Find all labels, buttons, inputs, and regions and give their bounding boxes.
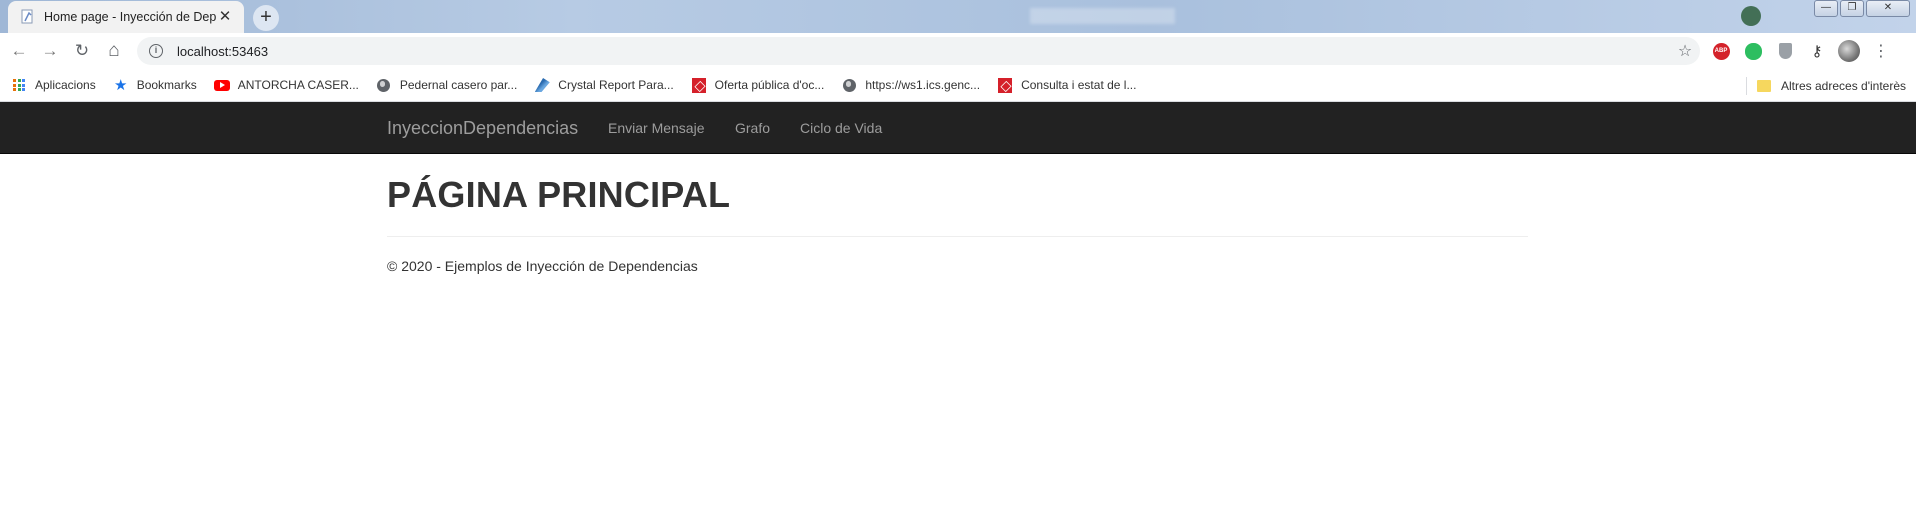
bookmark-aplicacions[interactable]: Aplicacions xyxy=(11,77,96,93)
profile-icon[interactable] xyxy=(1741,6,1761,26)
extension-icons: ABP ⚷ ⋮ xyxy=(1710,40,1892,62)
adblock-extension-icon[interactable]: ABP xyxy=(1710,40,1732,62)
browser-toolbar: ← → ↻ ⌂ i localhost:53463 ☆ ABP ⚷ ⋮ xyxy=(0,33,1916,69)
bookmark-bookmarks[interactable]: ★ Bookmarks xyxy=(113,77,197,94)
bookmark-other-folder[interactable]: Altres adreces d'interès xyxy=(1757,69,1906,102)
apps-grid-icon xyxy=(11,77,27,93)
url-text[interactable]: localhost:53463 xyxy=(177,44,1670,59)
browser-menu-icon[interactable]: ⋮ xyxy=(1870,40,1892,62)
key-extension-icon[interactable]: ⚷ xyxy=(1806,40,1828,62)
window-controls: — ❐ ✕ xyxy=(1814,0,1910,17)
globe-icon xyxy=(841,77,857,93)
navbar-brand[interactable]: InyeccionDependencias xyxy=(387,118,578,139)
footer-divider xyxy=(387,236,1528,237)
nav-link-ciclo-de-vida[interactable]: Ciclo de Vida xyxy=(800,120,882,136)
bookmark-consulta[interactable]: Consulta i estat de l... xyxy=(997,77,1136,93)
window-title-bar: Home page - Inyección de Depe ✕ + — ❐ ✕ xyxy=(0,0,1916,33)
maximize-button[interactable]: ❐ xyxy=(1840,0,1864,17)
youtube-icon xyxy=(213,77,230,93)
generalitat-icon xyxy=(691,77,707,93)
bookmark-crystal-report[interactable]: Crystal Report Para... xyxy=(534,77,674,93)
page-title: PÁGINA PRINCIPAL xyxy=(387,174,731,215)
minimize-button[interactable]: — xyxy=(1814,0,1838,17)
browser-tab-active[interactable]: Home page - Inyección de Depe ✕ xyxy=(8,1,244,33)
site-info-icon[interactable]: i xyxy=(149,44,163,58)
bookmark-ws1-ics[interactable]: https://ws1.ics.genc... xyxy=(841,77,980,93)
bookmark-antorcha[interactable]: ANTORCHA CASER... xyxy=(213,77,359,93)
new-tab-button[interactable]: + xyxy=(253,5,279,31)
bookmark-pedernal[interactable]: Pedernal casero par... xyxy=(376,77,517,93)
bookmark-oferta-publica[interactable]: Oferta pública d'oc... xyxy=(691,77,824,93)
page-content: PÁGINA PRINCIPAL © 2020 - Ejemplos de In… xyxy=(387,154,1528,274)
bookmark-star-icon[interactable]: ☆ xyxy=(1670,41,1700,61)
home-icon[interactable]: ⌂ xyxy=(103,40,125,62)
back-arrow-icon[interactable]: ← xyxy=(8,40,30,62)
address-bar[interactable]: i localhost:53463 ☆ xyxy=(137,37,1700,65)
globe-icon xyxy=(376,77,392,93)
page-favicon-icon xyxy=(20,9,36,25)
site-navbar: InyeccionDependencias Enviar Mensaje Gra… xyxy=(0,102,1916,154)
bookmarks-bar: Aplicacions ★ Bookmarks ANTORCHA CASER..… xyxy=(0,69,1916,102)
tab-title: Home page - Inyección de Depe xyxy=(44,10,216,24)
folder-icon xyxy=(1757,79,1771,92)
tab-close-icon[interactable]: ✕ xyxy=(216,8,234,26)
nav-link-grafo[interactable]: Grafo xyxy=(735,120,770,136)
nav-link-enviar-mensaje[interactable]: Enviar Mensaje xyxy=(608,120,705,136)
star-icon: ★ xyxy=(113,77,128,94)
forward-arrow-icon[interactable]: → xyxy=(39,40,61,62)
crystal-reports-icon xyxy=(534,77,550,93)
user-avatar[interactable] xyxy=(1838,40,1860,62)
page-footer: © 2020 - Ejemplos de Inyección de Depend… xyxy=(387,258,698,274)
evernote-extension-icon[interactable] xyxy=(1742,40,1764,62)
generalitat-icon xyxy=(997,77,1013,93)
close-window-button[interactable]: ✕ xyxy=(1866,0,1910,17)
shield-extension-icon[interactable] xyxy=(1774,40,1796,62)
blurred-background-bar xyxy=(1030,8,1175,24)
reload-icon[interactable]: ↻ xyxy=(71,40,93,62)
bookmarks-separator xyxy=(1746,77,1747,95)
